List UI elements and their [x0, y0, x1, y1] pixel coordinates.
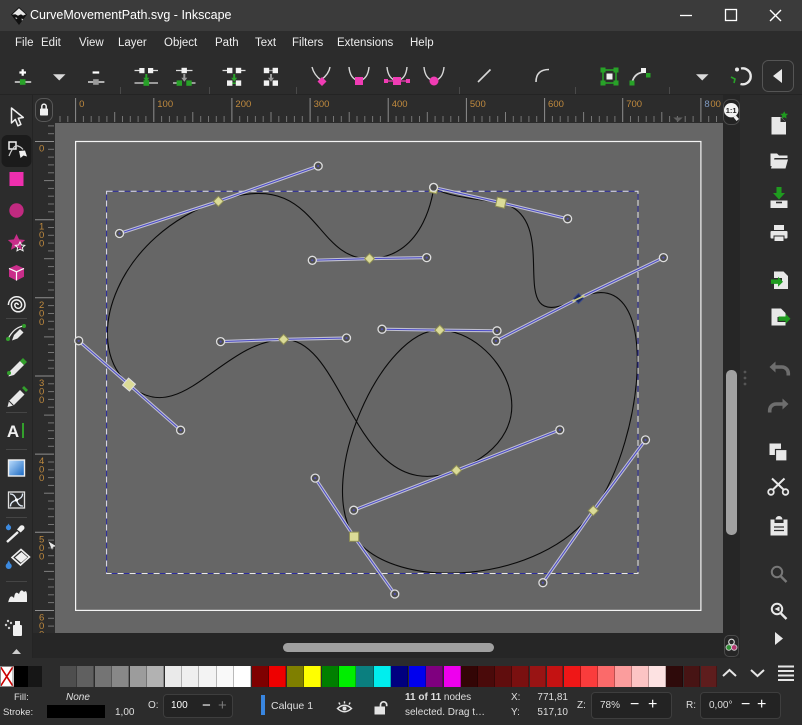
- svg-text:200: 200: [235, 99, 251, 110]
- svg-text:0: 0: [39, 144, 44, 155]
- svg-text:300: 300: [314, 99, 330, 110]
- svg-text:A: A: [7, 422, 19, 441]
- svg-text:0: 0: [39, 473, 44, 484]
- svg-text:0: 0: [39, 317, 44, 328]
- svg-text:600: 600: [548, 99, 564, 110]
- svg-text:100: 100: [157, 99, 173, 110]
- svg-text:0: 0: [79, 99, 84, 110]
- svg-text:00: 00: [710, 99, 721, 110]
- svg-text:8: 8: [704, 99, 709, 110]
- svg-text:0: 0: [39, 551, 44, 562]
- svg-text:0: 0: [39, 395, 44, 406]
- svg-text:500: 500: [470, 99, 486, 110]
- svg-text:0: 0: [39, 239, 44, 250]
- svg-text:1:1: 1:1: [726, 106, 737, 115]
- svg-text:400: 400: [392, 99, 408, 110]
- svg-text:700: 700: [626, 99, 642, 110]
